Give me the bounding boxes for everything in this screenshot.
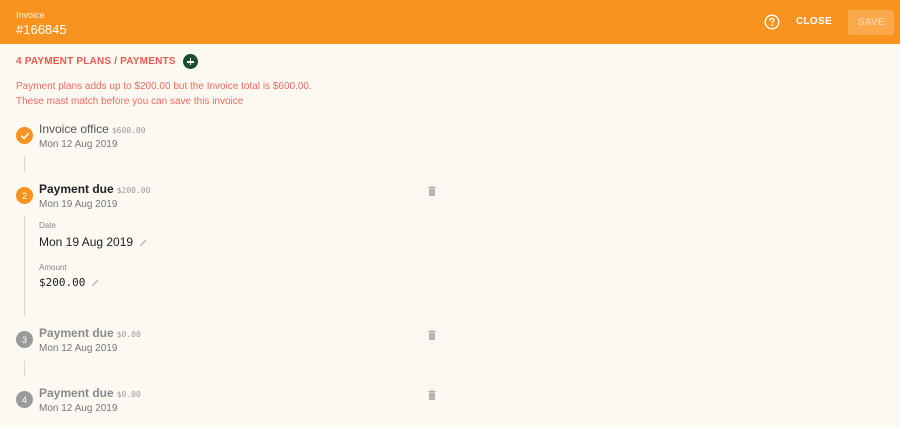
save-button[interactable]: SAVE (848, 10, 894, 35)
trash-icon[interactable] (428, 390, 436, 400)
invoice-label: Invoice (16, 10, 45, 20)
step-4-date: Mon 12 Aug 2019 (39, 403, 118, 414)
add-payment-button[interactable] (183, 54, 198, 69)
timeline-connector (24, 156, 25, 172)
step-4-amount: $0.00 (116, 390, 141, 399)
step-3-date: Mon 12 Aug 2019 (39, 343, 118, 354)
app-header: Invoice #166845 CLOSE SAVE (0, 0, 900, 44)
step-4-title: Payment due $0.00 (39, 386, 141, 400)
step-3-amount: $0.00 (116, 330, 141, 339)
amount-field-value: $200.00 (39, 276, 86, 289)
pencil-icon[interactable] (91, 278, 100, 287)
step-4-badge: 4 (16, 391, 33, 408)
pencil-icon[interactable] (139, 238, 148, 247)
timeline-connector (24, 216, 25, 316)
help-circle-icon[interactable] (764, 14, 780, 30)
step-2-title: Payment due $200.00 (39, 182, 151, 196)
date-field-label: Date (39, 221, 56, 230)
date-field[interactable]: Mon 19 Aug 2019 (39, 235, 148, 249)
validation-warning-line-2: These mast match before you can save thi… (16, 96, 244, 107)
step-3-badge: 3 (16, 331, 33, 348)
amount-field[interactable]: $200.00 (39, 276, 100, 289)
step-1-amount: $600.00 (111, 126, 146, 135)
step-1-title: Invoice office $600.00 (39, 122, 146, 136)
close-button[interactable]: CLOSE (796, 16, 832, 27)
step-1-badge (16, 127, 33, 144)
date-field-value: Mon 19 Aug 2019 (39, 235, 134, 249)
step-1-date: Mon 12 Aug 2019 (39, 139, 118, 150)
section-title: 4 PAYMENT PLANS / PAYMENTS (16, 56, 176, 67)
invoice-number: #166845 (16, 22, 67, 37)
step-3-title: Payment due $0.00 (39, 326, 141, 340)
timeline-connector (24, 361, 25, 377)
trash-icon[interactable] (428, 330, 436, 340)
step-2-amount: $200.00 (116, 186, 151, 195)
trash-icon[interactable] (428, 186, 436, 196)
check-icon (20, 132, 29, 139)
amount-field-label: Amount (39, 263, 67, 272)
step-2-date: Mon 19 Aug 2019 (39, 199, 118, 210)
validation-warning-line-1: Payment plans adds up to $200.00 but the… (16, 81, 312, 92)
step-2-badge: 2 (16, 187, 33, 204)
